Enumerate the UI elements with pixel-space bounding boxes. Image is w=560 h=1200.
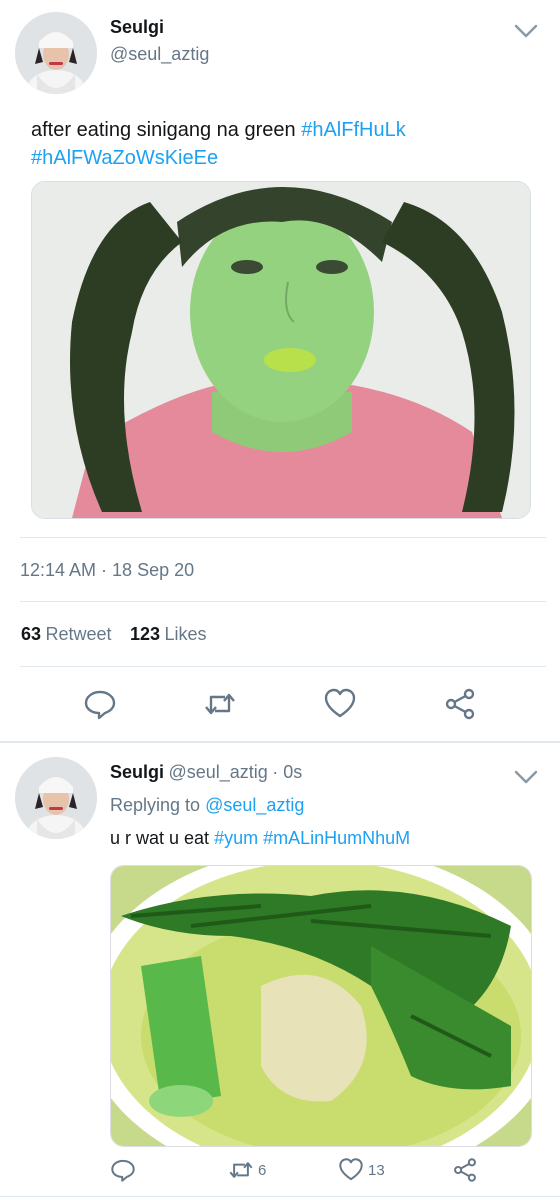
- reply-time: · 0s: [272, 762, 303, 782]
- tweet-body: after eating sinigang na green: [31, 119, 296, 141]
- hashtag-link[interactable]: #hAlFWaZoWsKieEe: [31, 147, 218, 169]
- chevron-down-icon[interactable]: [513, 768, 539, 786]
- reply-button[interactable]: [80, 684, 120, 724]
- reply-icon: [84, 690, 116, 720]
- tweet-timestamp[interactable]: 12:14 AM · 18 Sep 20: [20, 560, 194, 581]
- engagement-stats: 63 Retweet 123 Likes: [21, 624, 207, 645]
- tweet-photo[interactable]: [31, 181, 531, 519]
- like-button[interactable]: 13: [338, 1155, 385, 1185]
- like-label[interactable]: Likes: [164, 624, 206, 644]
- avatar[interactable]: [15, 12, 97, 94]
- hashtag-link[interactable]: #hAlFfHuLk: [301, 119, 406, 141]
- divider: [0, 741, 560, 743]
- mention-link[interactable]: @seul_aztig: [205, 795, 304, 815]
- reply-photo[interactable]: [110, 865, 532, 1147]
- hashtag-link[interactable]: #mALinHumNhuM: [263, 828, 410, 848]
- heart-icon: [324, 688, 356, 718]
- divider: [20, 537, 546, 538]
- heart-icon: [339, 1158, 363, 1181]
- tweet-text: after eating sinigang na green #hAlFfHuL…: [31, 116, 531, 172]
- divider: [0, 1196, 560, 1197]
- share-icon: [445, 688, 475, 720]
- like-button[interactable]: [320, 684, 360, 724]
- reply-button[interactable]: [110, 1155, 136, 1185]
- retweet-button[interactable]: [200, 684, 240, 724]
- share-button[interactable]: [452, 1155, 478, 1185]
- retweet-count[interactable]: 63: [21, 624, 41, 644]
- retweet-icon: [229, 1162, 253, 1178]
- retweet-button[interactable]: 6: [228, 1155, 266, 1185]
- replying-to: Replying to @seul_aztig: [110, 795, 304, 816]
- retweet-icon: [205, 693, 235, 715]
- author-name[interactable]: Seulgi: [110, 762, 164, 782]
- reply-icon: [111, 1159, 135, 1182]
- chevron-down-icon[interactable]: [513, 22, 539, 40]
- share-button[interactable]: [440, 684, 480, 724]
- author-handle[interactable]: @seul_aztig: [168, 762, 267, 782]
- avatar[interactable]: [15, 757, 97, 839]
- divider: [20, 601, 546, 602]
- like-count[interactable]: 123: [130, 624, 160, 644]
- share-icon: [454, 1158, 476, 1182]
- author-handle[interactable]: @seul_aztig: [110, 44, 209, 65]
- reply-body: u r wat u eat: [110, 828, 210, 848]
- reply-text: u r wat u eat #yum #mALinHumNhuM: [110, 828, 410, 849]
- hashtag-link[interactable]: #yum: [214, 828, 258, 848]
- retweet-label[interactable]: Retweet: [45, 624, 111, 644]
- author-name[interactable]: Seulgi: [110, 17, 164, 38]
- divider: [20, 666, 546, 667]
- reply-header: Seulgi @seul_aztig · 0s: [110, 762, 302, 783]
- like-count: 13: [368, 1161, 385, 1179]
- retweet-count: 6: [258, 1161, 267, 1179]
- replying-label: Replying to: [110, 795, 201, 815]
